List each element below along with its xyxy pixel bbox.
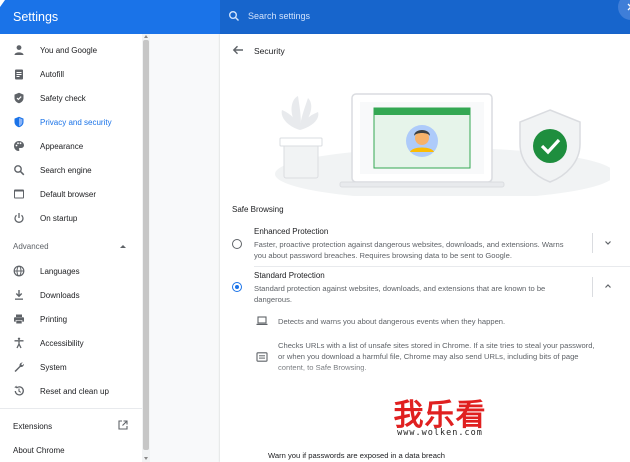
sidebar-item-label: Safety check: [40, 93, 86, 103]
sidebar-item-languages[interactable]: Languages: [0, 260, 142, 282]
app-title: Settings: [13, 10, 59, 24]
sidebar-item-label: Downloads: [40, 290, 80, 300]
history-icon: [14, 385, 24, 396]
sidebar-item-extensions[interactable]: Extensions: [13, 422, 52, 431]
sidebar-item-label: You and Google: [40, 45, 98, 55]
sidebar-item-label: Privacy and security: [40, 117, 112, 127]
search-icon: [229, 11, 239, 21]
power-icon: [14, 213, 24, 223]
sidebar-item-label: Search engine: [40, 165, 92, 175]
sidebar-divider: [0, 408, 142, 409]
standard-protection-description: Standard protection against websites, do…: [254, 284, 546, 304]
palette-icon: [14, 141, 24, 151]
sidebar-item-downloads[interactable]: Downloads: [0, 284, 142, 306]
globe-icon: [13, 265, 25, 277]
top-bar: Settings Search settings: [0, 0, 630, 34]
vertical-divider: [592, 277, 593, 297]
clipboard-icon: [15, 69, 23, 80]
content-fade: [220, 364, 630, 384]
security-illustration: [275, 93, 610, 196]
sidebar-item-label: Appearance: [40, 141, 84, 151]
printer-icon: [14, 314, 24, 325]
laptop-icon: [339, 93, 505, 188]
sidebar-item-privacy-and-security[interactable]: Privacy and security: [0, 111, 142, 133]
chevron-up-icon: [120, 245, 126, 248]
sidebar-item-label: Autofill: [40, 69, 65, 79]
sidebar-item-you-and-google[interactable]: You and Google: [0, 39, 142, 61]
enhanced-protection-title: Enhanced Protection: [254, 227, 329, 236]
sidebar-item-label: On startup: [40, 213, 78, 223]
watermark: 我乐看 www.wolken.com: [360, 390, 520, 450]
enhanced-protection-description: Faster, proactive protection against dan…: [254, 240, 564, 260]
sidebar: You and Google Autofill Safety check Pri…: [0, 34, 142, 462]
sidebar-item-safety-check[interactable]: Safety check: [0, 87, 142, 109]
close-button[interactable]: [618, 0, 630, 20]
sidebar-item-on-startup[interactable]: On startup: [0, 207, 142, 229]
sidebar-scrollbar[interactable]: [142, 34, 150, 462]
scroll-down-arrow-icon[interactable]: [144, 457, 148, 460]
sidebar-item-search-engine[interactable]: Search engine: [0, 159, 142, 181]
sidebar-item-default-browser[interactable]: Default browser: [0, 183, 142, 205]
sidebar-item-label: System: [40, 362, 67, 372]
page-title: Security: [254, 46, 285, 56]
sidebar-item-label: Default browser: [40, 189, 97, 199]
standard-protection-title: Standard Protection: [254, 271, 325, 280]
download-icon: [15, 290, 23, 300]
sidebar-item-printing[interactable]: Printing: [0, 308, 142, 330]
sidebar-item-reset-and-clean-up[interactable]: Reset and clean up: [0, 380, 142, 402]
advanced-section-toggle[interactable]: Advanced: [13, 242, 49, 251]
enhanced-protection-radio[interactable]: [232, 239, 242, 249]
sidebar-item-about-chrome[interactable]: About Chrome: [13, 446, 65, 455]
person-icon: [14, 45, 24, 55]
sidebar-item-label: Reset and clean up: [40, 386, 109, 396]
close-icon: [627, 3, 630, 11]
sidebar-item-label: Languages: [40, 266, 80, 276]
cursor-icon: [0, 0, 5, 7]
sidebar-item-label: Printing: [40, 314, 68, 324]
list-window-icon: [256, 352, 268, 362]
header-title-area: Settings: [0, 0, 220, 34]
option-divider: [254, 266, 630, 267]
chevron-down-icon[interactable]: [604, 239, 612, 247]
sidebar-item-autofill[interactable]: Autofill: [0, 63, 142, 85]
laptop-icon: [256, 316, 268, 325]
shield-icon: [14, 92, 24, 104]
security-page: Security Safe Browsing Enhanced Protecti…: [220, 34, 630, 462]
shield-lock-icon: [14, 116, 24, 128]
chevron-up-icon[interactable]: [604, 282, 612, 290]
scroll-up-arrow-icon[interactable]: [144, 35, 148, 38]
sidebar-item-system[interactable]: System: [0, 356, 142, 378]
back-arrow-icon[interactable]: [232, 45, 244, 55]
standard-protection-radio[interactable]: [232, 282, 242, 292]
watermark-url: www.wolken.com: [397, 428, 483, 438]
search-input[interactable]: Search settings: [220, 0, 630, 34]
sub-item-text: Detects and warns you about dangerous ev…: [278, 317, 506, 326]
search-placeholder: Search settings: [248, 11, 311, 21]
accessibility-icon: [14, 337, 24, 349]
sidebar-item-accessibility[interactable]: Accessibility: [0, 332, 142, 354]
sidebar-item-appearance[interactable]: Appearance: [0, 135, 142, 157]
open-external-icon[interactable]: [118, 420, 128, 430]
plant-icon: [279, 96, 323, 179]
search-icon: [14, 165, 25, 176]
wrench-icon: [14, 362, 25, 372]
safe-browsing-heading: Safe Browsing: [232, 205, 284, 214]
browser-icon: [14, 189, 24, 199]
scroll-thumb[interactable]: [143, 40, 149, 450]
sidebar-item-label: Accessibility: [40, 338, 84, 348]
password-breach-setting: Warn you if passwords are exposed in a d…: [268, 451, 446, 460]
vertical-divider: [592, 233, 593, 253]
